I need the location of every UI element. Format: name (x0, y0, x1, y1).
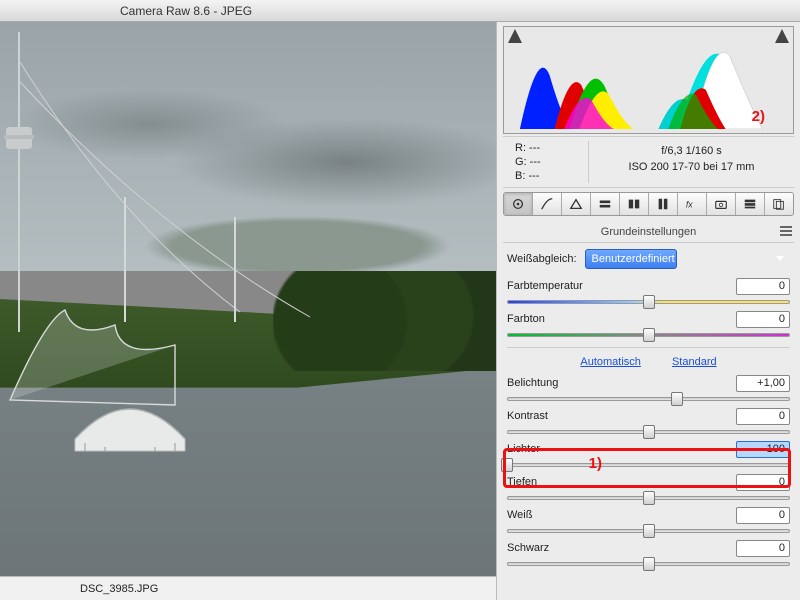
auto-link[interactable]: Automatisch (580, 356, 641, 368)
info-iso-lens: ISO 200 17-70 bei 17 mm (589, 159, 794, 175)
filename-bar: DSC_3985.JPG (0, 576, 496, 600)
window-title: Camera Raw 8.6 - JPEG (120, 4, 252, 18)
wb-select[interactable]: Benutzerdefiniert (585, 249, 677, 269)
info-b: B: --- (515, 169, 588, 183)
annotation-2: 2) (752, 108, 765, 125)
contrast-slider[interactable] (507, 426, 790, 438)
info-row: R: --- G: --- B: --- f/6,3 1/160 s ISO 2… (503, 136, 794, 188)
pavilion-graphic (70, 399, 190, 454)
black-label: Schwarz (507, 542, 549, 554)
tab-snapshots[interactable] (765, 193, 793, 215)
tab-split[interactable] (620, 193, 649, 215)
annotation-1: 1) (589, 455, 602, 472)
lights-label: Lichter (507, 443, 540, 455)
svg-text:fx: fx (686, 200, 693, 210)
temp-label: Farbtemperatur (507, 280, 583, 292)
white-value[interactable]: 0 (736, 507, 790, 524)
contrast-value[interactable]: 0 (736, 408, 790, 425)
temp-value[interactable]: 0 (736, 278, 790, 295)
shadows-label: Tiefen (507, 476, 537, 488)
info-aperture-shutter: f/6,3 1/160 s (589, 143, 794, 159)
exposure-value[interactable]: +1,00 (736, 375, 790, 392)
tint-value[interactable]: 0 (736, 311, 790, 328)
temp-slider[interactable] (507, 296, 790, 308)
tint-label: Farbton (507, 313, 545, 325)
tab-fx[interactable]: fx (678, 193, 707, 215)
preview-pane: DSC_3985.JPG (0, 22, 497, 600)
tab-presets[interactable] (736, 193, 765, 215)
info-g: G: --- (515, 155, 588, 169)
tab-hsl[interactable] (591, 193, 620, 215)
tab-basic[interactable] (504, 193, 533, 215)
shadows-value[interactable]: 0 (736, 474, 790, 491)
window-titlebar: Camera Raw 8.6 - JPEG (0, 0, 800, 22)
lights-value[interactable]: -100 (736, 441, 790, 458)
section-title: Grundeinstellungen (503, 220, 794, 243)
tab-lens[interactable] (649, 193, 678, 215)
preview-image[interactable] (0, 22, 496, 576)
histogram[interactable]: 2) (503, 26, 794, 134)
black-slider[interactable] (507, 558, 790, 570)
white-label: Weiß (507, 509, 532, 521)
right-panel: 2) R: --- G: --- B: --- f/6,3 1/160 s IS… (497, 22, 800, 600)
exposure-label: Belichtung (507, 377, 558, 389)
filename-label: DSC_3985.JPG (80, 583, 158, 595)
wb-label: Weißabgleich: (507, 253, 577, 265)
lights-slider[interactable] (507, 459, 790, 471)
tab-camera[interactable] (707, 193, 736, 215)
exposure-slider[interactable] (507, 393, 790, 405)
tool-tabs: fx (503, 192, 794, 216)
info-r: R: --- (515, 141, 588, 155)
tab-curve[interactable] (533, 193, 562, 215)
tent-graphic (5, 290, 185, 410)
white-slider[interactable] (507, 525, 790, 537)
tab-detail[interactable] (562, 193, 591, 215)
shadows-slider[interactable] (507, 492, 790, 504)
standard-link[interactable]: Standard (672, 356, 717, 368)
contrast-label: Kontrast (507, 410, 548, 422)
tint-slider[interactable] (507, 329, 790, 341)
black-value[interactable]: 0 (736, 540, 790, 557)
panel-menu-icon[interactable] (780, 226, 792, 236)
